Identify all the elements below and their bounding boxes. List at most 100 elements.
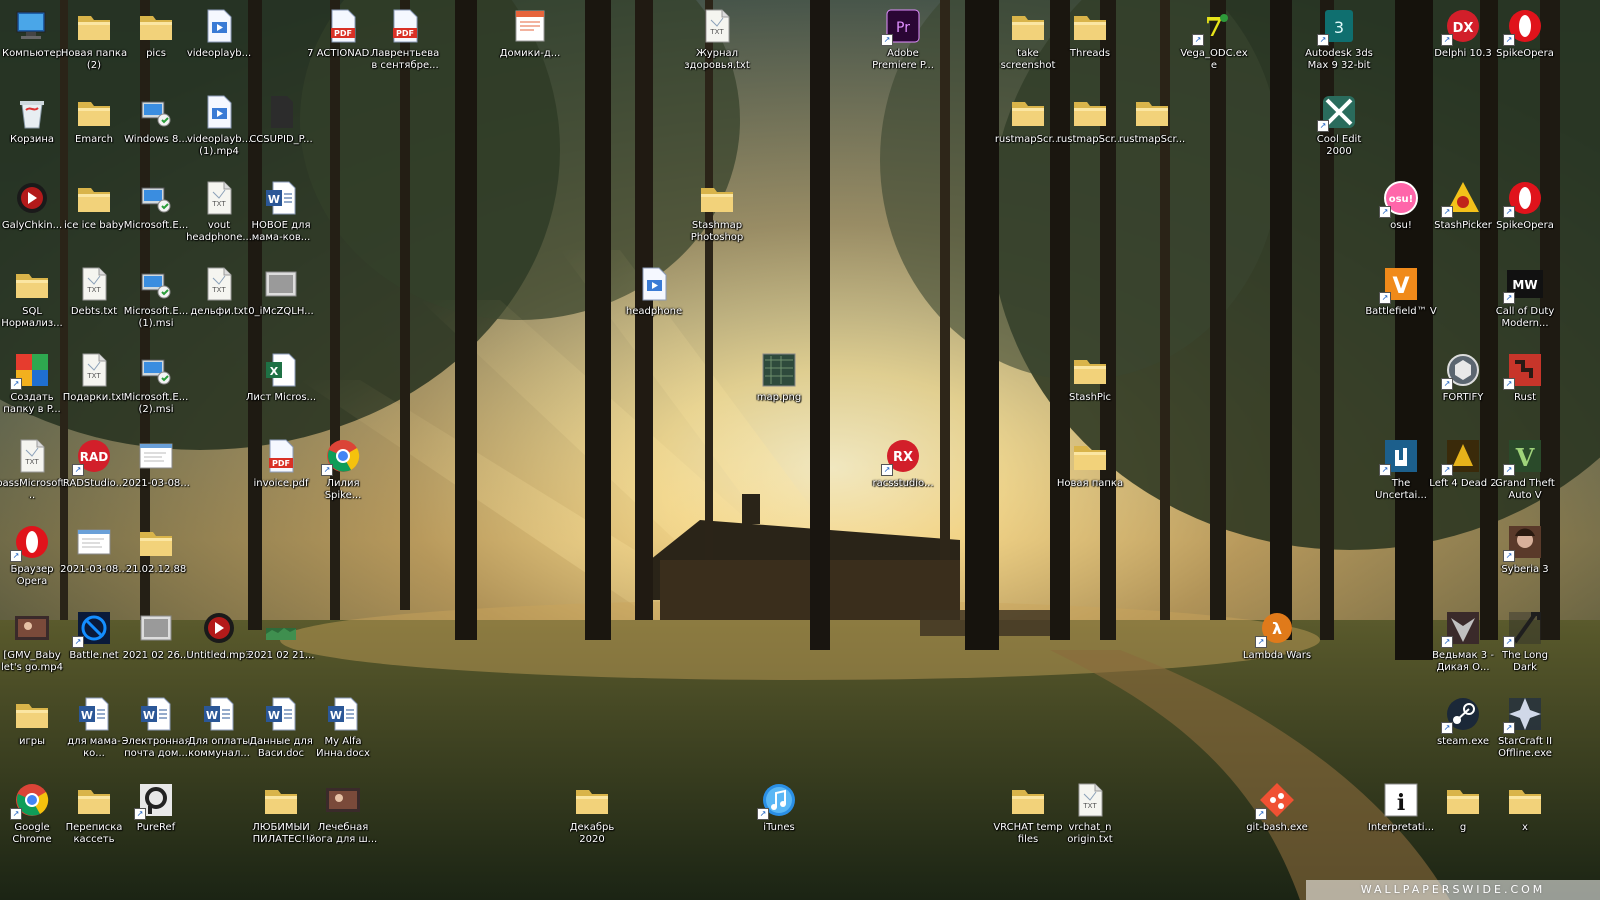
desktop-icon[interactable]: ↗ Google Chrome [0,776,64,860]
desktop-icon[interactable]: PDF invoice.pdf [249,432,313,516]
desktop-icon[interactable]: ↗ Ведьмак 3 - Дикая О... [1431,604,1495,688]
desktop-icon[interactable]: TXT Debts.txt [62,260,126,344]
desktop-icon[interactable]: Компьютер [0,2,64,86]
desktop-icon[interactable]: Stashmap Photoshop [685,174,749,258]
desktop-icon[interactable]: headphone [622,260,686,344]
desktop-icon[interactable]: TXT passMicrosoft... [0,432,68,516]
desktop-icon[interactable]: Новая папка [1057,432,1123,516]
desktop-icon[interactable]: Threads [1058,2,1122,86]
desktop-icon[interactable]: TXT Журнал здоровья.txt [684,2,750,86]
desktop-icon[interactable]: ЛЮБИМЫЙ ПИЛАТЕС!! [249,776,313,860]
desktop-icon[interactable]: videoplayb... (1).mp4 [187,88,251,172]
desktop-icon[interactable]: W Данные для Васи.doc [249,690,313,774]
desktop-icon[interactable]: 2021 02 21... [248,604,314,688]
desktop-icon[interactable]: TXT дельфи.txt [187,260,251,344]
desktop-icon[interactable]: MW ↗ Call of Duty Modern... [1493,260,1557,344]
desktop-icon[interactable]: ↗ SpikeOpera [1493,174,1557,258]
desktop-icon[interactable]: StashPic [1058,346,1122,430]
desktop-icon[interactable]: Untitled.mp3 [186,604,252,688]
desktop-icon[interactable]: ↗ Создать папку в P... [0,346,64,430]
desktop-icon[interactable]: TXT Подарки.txt [62,346,126,430]
desktop-icon[interactable]: TXT vrchat_n origin.txt [1058,776,1122,860]
desktop-icon[interactable]: GalyChkin... [0,174,64,258]
desktop-icon[interactable]: Emarch [62,88,126,172]
desktop-icon[interactable]: Корзина [0,88,64,172]
desktop-icon[interactable]: ↗ StashPicker [1431,174,1495,258]
desktop-icon[interactable]: ↗ PureRef [124,776,188,860]
desktop-icon[interactable]: 3 ↗ Autodesk 3ds Max 9 32-bit [1305,2,1373,86]
desktop-icon-label: Электронная почта дом... [121,736,191,759]
desktop-icon[interactable]: игры [0,690,64,774]
desktop-icon[interactable]: Windows 8... [124,88,188,172]
desktop-icon[interactable]: RAD ↗ RADStudio... [62,432,126,516]
desktop-icon[interactable]: ↗ SpikeOpera [1493,2,1557,86]
desktop-icon[interactable]: g [1431,776,1495,860]
desktop-icon[interactable]: ↗ steam.exe [1431,690,1495,774]
desktop-icon[interactable]: V ↗ Battlefield™ V [1365,260,1437,344]
desktop-icon[interactable]: x [1493,776,1557,860]
desktop-icon[interactable]: ↗ iTunes [747,776,811,860]
desktop-icon[interactable]: ↗ StarCraft II Offline.exe [1493,690,1557,774]
pdf-icon: PDF [261,436,301,476]
desktop-icon[interactable]: rustmapScr... [995,88,1061,172]
desktop-icon[interactable]: W Для оплаты коммунал... [187,690,251,774]
desktop-icon[interactable]: pics [124,2,188,86]
desktop-icon[interactable]: Microsoft.E... [124,174,188,258]
desktop-icon[interactable]: PDF Лаврентьева в сентябре... [371,2,439,86]
desktop-icon[interactable]: Microsoft.E... (2).msi [124,346,188,430]
desktop-icon[interactable]: ↗ Cool Edit 2000 [1307,88,1371,172]
desktop-icon[interactable]: W НОВОЕ для мама-ков... [249,174,313,258]
desktop-icon[interactable]: Microsoft.E... (1).msi [124,260,188,344]
desktop-icon[interactable]: 7 ↗ Vega_ODC.exe [1180,2,1247,86]
folder-icon [74,780,114,820]
desktop-icon[interactable]: take screenshot [996,2,1060,86]
desktop-icon[interactable]: rustmapScr... [1057,88,1123,172]
desktop-icon[interactable]: PDF 7 ACTIONAD... [307,2,379,86]
desktop-icon[interactable]: Переписка кассеть [62,776,126,860]
desktop-icon[interactable]: ↗ Left 4 Dead 2 [1429,432,1497,516]
desktop-icon[interactable]: λ ↗ Lambda Wars [1243,604,1311,688]
desktop-icon-label: 2021 02 21... [247,650,315,661]
desktop-icon[interactable]: Домики-д... [498,2,562,86]
desktop-icon[interactable]: osu! ↗ osu! [1369,174,1433,258]
desktop-icon[interactable]: [GMV_Baby let's go.mp4 [0,604,64,688]
desktop-icon[interactable]: ↗ git-bash.exe [1245,776,1309,860]
desktop-icon[interactable]: 2021-03-08... [122,432,190,516]
desktop-icon[interactable]: ↗ The Long Dark [1493,604,1557,688]
desktop-icon[interactable]: Декабрь 2020 [560,776,624,860]
desktop-icon[interactable]: ↗ Syberia 3 [1493,518,1557,602]
desktop-icon[interactable]: VRCHAT temp files [993,776,1063,860]
desktop-icon[interactable]: Новая папка (2) [61,2,127,86]
desktop-icon[interactable]: SQL Нормализ... [0,260,64,344]
desktop-icon[interactable]: ice ice baby [62,174,126,258]
desktop-icon-label: racsstudio... [872,478,934,489]
desktop-icon[interactable]: ↗ FORTIFY [1431,346,1495,430]
desktop-icon-label: headphone [625,306,683,317]
desktop-icon[interactable]: Pr ↗ Adobe Premiere P... [871,2,935,86]
desktop-icon[interactable]: 2021 02 26... [123,604,189,688]
desktop-icon[interactable]: W Электронная почта дом... [121,690,191,774]
desktop-icon[interactable]: V ↗ Grand Theft Auto V [1493,432,1557,516]
desktop-icon[interactable]: Wдля мама-ко... [62,690,126,774]
desktop-icon[interactable]: X Лист Micros... [246,346,316,430]
desktop-icon[interactable]: ↗ The Uncertai... [1369,432,1433,516]
desktop-icon[interactable]: W My Alfa Инна.docx [311,690,375,774]
desktop-icon[interactable]: CCSUPID_P... [249,88,313,172]
desktop-icon[interactable]: 2021-03-08... [60,518,128,602]
desktop-icon[interactable]: Лечебная йога для ш... [309,776,377,860]
desktop-icon[interactable]: videoplayb... [187,2,251,86]
desktop-icon[interactable]: RX ↗ racsstudio... [871,432,935,516]
desktop-icon[interactable]: ↗ Battle.net [62,604,126,688]
desktop-icon[interactable]: ↗ Лилия Spike... [311,432,375,516]
desktop-icon[interactable]: DX ↗ Delphi 10.3 [1431,2,1495,86]
desktop-icon[interactable]: map.png [747,346,811,430]
desktop-icon-label: Autodesk 3ds Max 9 32-bit [1305,48,1373,71]
desktop-icon[interactable]: 21.02.12.88 [124,518,188,602]
desktop-icon[interactable]: ↗ Браузер Opera [0,518,64,602]
desktop-icon[interactable]: i Interpretati... [1368,776,1434,860]
desktop-icon[interactable]: rustmapScr... [1119,88,1185,172]
desktop-icon[interactable]: 0_iMcZQLH... [248,260,314,344]
desktop-icon[interactable]: ↗ Rust [1493,346,1557,430]
desktop-icon[interactable]: TXT vout headphone... [186,174,252,258]
desktop-icon-label: Журнал здоровья.txt [684,48,750,71]
